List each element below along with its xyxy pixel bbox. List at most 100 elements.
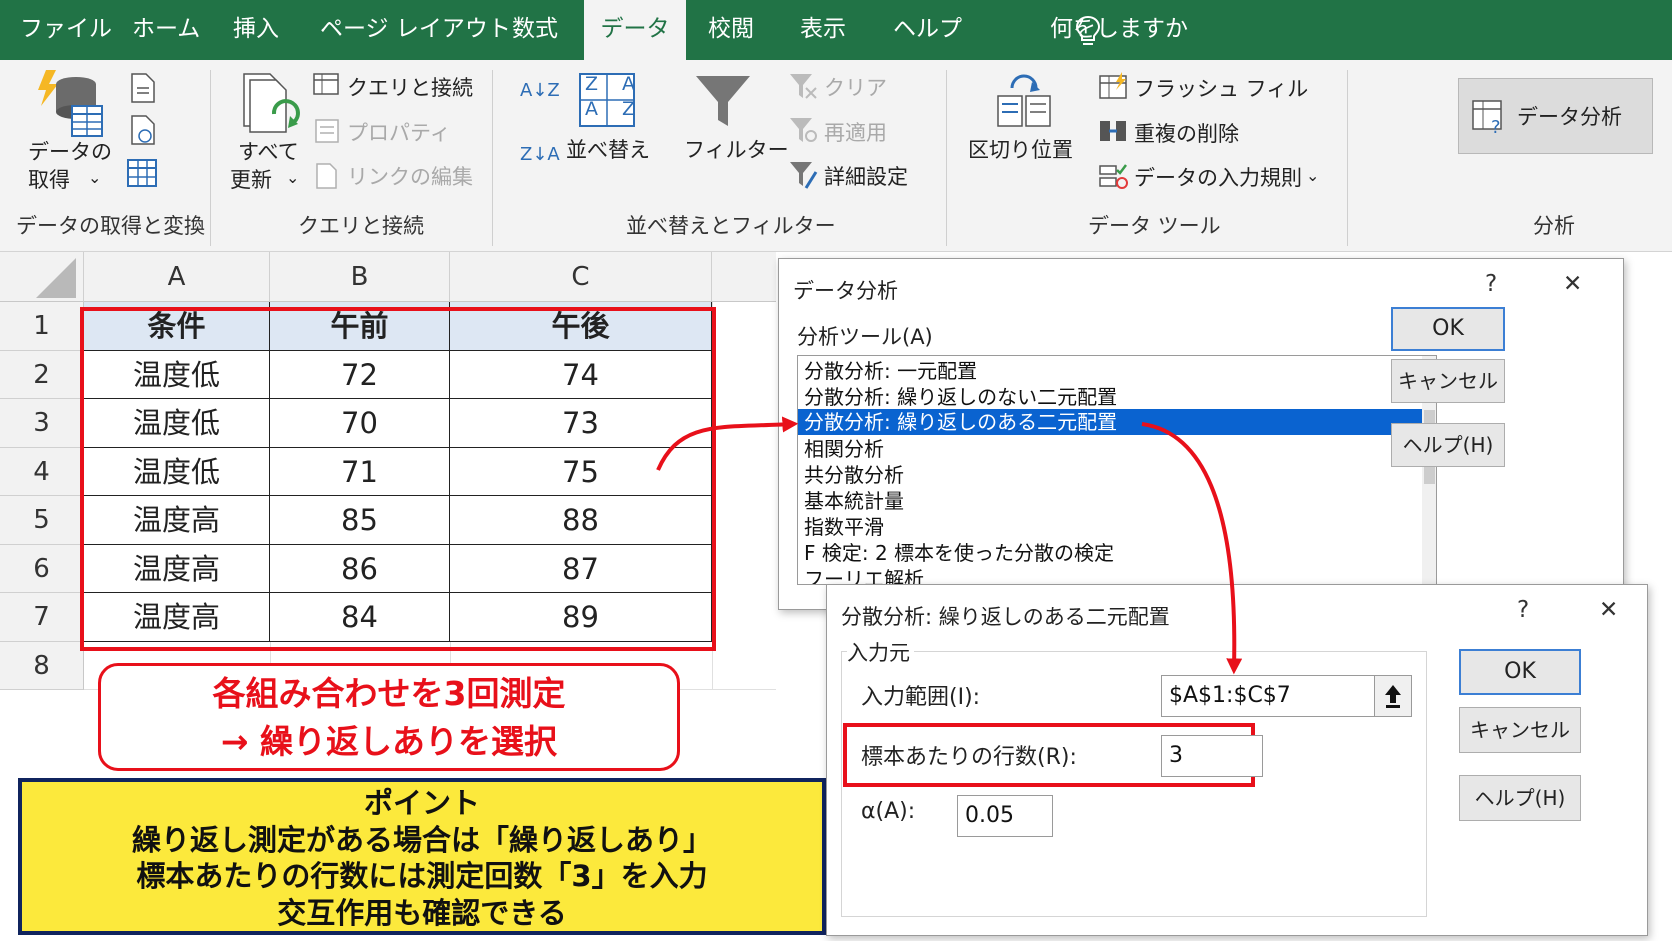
chevron-down-icon[interactable]: ⌄ bbox=[1306, 162, 1319, 190]
sort-descending-button[interactable]: Z↓A bbox=[520, 146, 560, 164]
rows-per-sample-label: 標本あたりの行数(R): bbox=[861, 745, 1077, 770]
remove-duplicates-icon[interactable] bbox=[1098, 118, 1128, 144]
from-text-icon[interactable] bbox=[128, 72, 158, 104]
advanced-button[interactable]: 詳細設定 bbox=[824, 161, 908, 191]
data-validation-button[interactable]: データの入力規則 bbox=[1134, 162, 1302, 192]
list-item[interactable]: 指数平滑 bbox=[804, 514, 884, 540]
flash-fill-button[interactable]: フラッシュ フィル bbox=[1134, 73, 1308, 103]
tab-formulas[interactable]: 数式 bbox=[512, 0, 558, 60]
refresh-all-icon[interactable] bbox=[240, 70, 302, 138]
input-range-field[interactable]: $A$1:$C$7 bbox=[1161, 675, 1375, 717]
ok-button[interactable]: OK bbox=[1391, 307, 1505, 351]
tab-view[interactable]: 表示 bbox=[800, 0, 846, 60]
text-to-columns-icon[interactable] bbox=[994, 72, 1054, 128]
callout-repeat-note: 各組み合わせを3回測定 → 繰り返しありを選択 bbox=[98, 663, 680, 771]
queries-connections-button[interactable]: クエリと接続 bbox=[347, 72, 473, 102]
data-analysis-label: データ分析 bbox=[1517, 105, 1622, 129]
text-to-columns-button[interactable]: 区切り位置 bbox=[968, 134, 1073, 164]
input-group-label: 入力元 bbox=[847, 637, 914, 667]
list-item[interactable]: フーリエ解析 bbox=[804, 566, 924, 584]
list-item[interactable]: F 検定: 2 標本を使った分散の検定 bbox=[804, 540, 1114, 566]
get-data-label[interactable]: データの bbox=[28, 136, 112, 166]
row-header-8[interactable]: 8 bbox=[0, 641, 84, 690]
row-header-5[interactable]: 5 bbox=[0, 496, 84, 545]
edit-links-icon bbox=[316, 163, 337, 189]
analysis-tools-list[interactable]: 分散分析: 一元配置 分散分析: 繰り返しのない二元配置 分散分析: 繰り返しの… bbox=[797, 355, 1437, 585]
tab-review[interactable]: 校閲 bbox=[708, 0, 754, 60]
cancel-button[interactable]: キャンセル bbox=[1459, 707, 1581, 753]
remove-duplicates-button[interactable]: 重複の削除 bbox=[1134, 118, 1239, 148]
analysis-tools-label: 分析ツール(A) bbox=[797, 325, 933, 349]
list-item[interactable]: 共分散分析 bbox=[804, 462, 904, 488]
column-header-d[interactable] bbox=[712, 252, 776, 302]
chevron-down-icon[interactable]: ⌄ bbox=[88, 164, 101, 192]
tab-help[interactable]: ヘルプ bbox=[893, 0, 962, 60]
row-header-4[interactable]: 4 bbox=[0, 447, 84, 496]
tell-me-search[interactable]: 何をしますか bbox=[1050, 0, 1188, 60]
select-all-corner[interactable] bbox=[0, 252, 84, 302]
tab-page-layout[interactable]: ページ レイアウト bbox=[320, 0, 511, 60]
clear-button: クリア bbox=[824, 76, 887, 100]
sort-icon-text-bottom: A Z bbox=[585, 98, 645, 120]
advanced-filter-icon[interactable] bbox=[788, 160, 818, 190]
properties-icon bbox=[315, 119, 339, 143]
sort-button[interactable]: 並べ替え bbox=[566, 134, 650, 164]
list-item[interactable]: 基本統計量 bbox=[804, 488, 904, 514]
callout-point: ポイント 繰り返し測定がある場合は「繰り返しあり」 標本あたりの行数には測定回数… bbox=[18, 778, 826, 935]
help-button[interactable]: ヘルプ(H) bbox=[1391, 423, 1505, 467]
tab-data[interactable]: データ bbox=[584, 0, 686, 60]
callout-repeat-line1: 各組み合わせを3回測定 bbox=[212, 674, 566, 713]
group-data-tools: データ ツール bbox=[1088, 214, 1221, 238]
ok-button[interactable]: OK bbox=[1459, 649, 1581, 695]
tab-home[interactable]: ホーム bbox=[132, 0, 200, 60]
tab-file[interactable]: ファイル bbox=[20, 0, 112, 60]
data-analysis-button[interactable]: ? データ分析 bbox=[1458, 78, 1653, 154]
list-item[interactable]: 相関分析 bbox=[804, 436, 884, 462]
group-get-transform: データの取得と変換 bbox=[16, 214, 205, 238]
list-item[interactable]: 分散分析: 繰り返しのない二元配置 bbox=[804, 384, 1117, 410]
from-web-icon[interactable] bbox=[128, 114, 158, 146]
collapse-range-button[interactable] bbox=[1374, 675, 1412, 717]
refresh-all-label[interactable]: すべて bbox=[238, 136, 299, 166]
get-data-icon[interactable] bbox=[36, 68, 106, 140]
column-header-a[interactable]: A bbox=[84, 252, 270, 302]
data-validation-icon[interactable] bbox=[1098, 162, 1128, 190]
list-item-selected[interactable]: 分散分析: 繰り返しのある二元配置 bbox=[798, 409, 1423, 435]
row-header-6[interactable]: 6 bbox=[0, 544, 84, 593]
list-item[interactable]: 分散分析: 一元配置 bbox=[804, 358, 977, 384]
rows-per-sample-field[interactable]: 3 bbox=[1161, 735, 1263, 777]
data-analysis-dialog: データ分析 ? ✕ 分析ツール(A) 分散分析: 一元配置 分散分析: 繰り返し… bbox=[778, 258, 1624, 610]
ribbon-separator bbox=[210, 70, 211, 246]
chevron-down-icon[interactable]: ⌄ bbox=[286, 164, 299, 192]
column-header-c[interactable]: C bbox=[450, 252, 712, 302]
input-range-label: 入力範囲(I): bbox=[861, 685, 981, 710]
filter-button[interactable]: フィルター bbox=[684, 134, 789, 164]
upload-arrow-icon bbox=[1385, 685, 1401, 708]
ribbon-separator bbox=[1347, 70, 1348, 246]
data-analysis-icon: ? bbox=[1472, 100, 1502, 135]
row-header-1[interactable]: 1 bbox=[0, 302, 84, 351]
callout-repeat-line2: → 繰り返しありを選択 bbox=[220, 722, 558, 761]
alpha-field[interactable]: 0.05 bbox=[957, 795, 1053, 837]
row-header-2[interactable]: 2 bbox=[0, 350, 84, 399]
clear-filter-icon bbox=[790, 74, 817, 99]
column-header-b[interactable]: B bbox=[270, 252, 450, 302]
cancel-button[interactable]: キャンセル bbox=[1391, 359, 1505, 403]
close-icon[interactable]: ✕ bbox=[1599, 597, 1618, 623]
get-data-label-2[interactable]: 取得 bbox=[28, 164, 70, 194]
from-table-icon[interactable] bbox=[126, 158, 158, 188]
row-header-3[interactable]: 3 bbox=[0, 399, 84, 448]
refresh-all-label-2[interactable]: 更新 bbox=[230, 164, 272, 194]
help-button[interactable]: ヘルプ(H) bbox=[1459, 775, 1581, 821]
alpha-label: α(A): bbox=[861, 799, 916, 824]
edit-links-button: リンクの編集 bbox=[347, 165, 473, 189]
help-icon[interactable]: ? bbox=[1485, 271, 1497, 297]
tab-insert[interactable]: 挿入 bbox=[233, 0, 279, 60]
help-icon[interactable]: ? bbox=[1517, 597, 1529, 623]
flash-fill-icon[interactable] bbox=[1098, 72, 1128, 100]
close-icon[interactable]: ✕ bbox=[1563, 271, 1582, 297]
row-header-7[interactable]: 7 bbox=[0, 593, 84, 642]
filter-icon[interactable] bbox=[694, 72, 752, 130]
queries-icon[interactable] bbox=[312, 72, 340, 96]
sort-ascending-button[interactable]: A↓Z bbox=[520, 82, 560, 100]
